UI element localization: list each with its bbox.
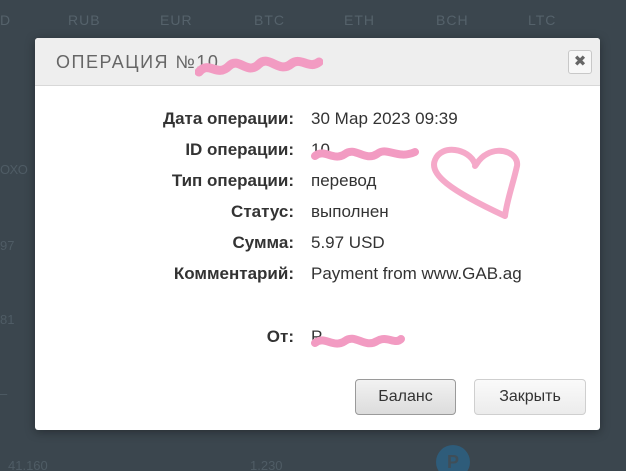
currency-tab[interactable]: LTC bbox=[528, 12, 556, 28]
currency-tab[interactable]: BCH bbox=[436, 12, 469, 28]
detail-row-amount: Сумма: 5.97 USD bbox=[35, 233, 600, 259]
currency-tab[interactable]: RUB bbox=[68, 12, 101, 28]
redaction-scribble bbox=[311, 147, 419, 161]
background-value: 1.230 bbox=[250, 458, 283, 471]
balance-button[interactable]: Баланс bbox=[355, 379, 456, 415]
coin-badge-icon[interactable]: P bbox=[436, 445, 470, 471]
heart-doodle-icon bbox=[431, 147, 521, 219]
currency-tab[interactable]: BTC bbox=[254, 12, 285, 28]
from-label: От: bbox=[266, 327, 294, 346]
close-button[interactable]: Закрыть bbox=[474, 379, 586, 415]
status-label: Статус: bbox=[231, 202, 294, 221]
currency-tab[interactable]: EUR bbox=[160, 12, 193, 28]
background-value: 81 bbox=[0, 312, 15, 327]
modal-header: ОПЕРАЦИЯ №10 ✖ bbox=[35, 38, 600, 86]
background-label: ОХО bbox=[0, 162, 28, 177]
detail-row-comment: Комментарий: Payment from www.GAB.ag bbox=[35, 264, 600, 290]
redaction-scribble bbox=[195, 56, 323, 77]
background-value: 97 bbox=[0, 238, 15, 253]
modal-title-prefix: ОПЕРАЦИЯ № bbox=[56, 52, 197, 72]
operation-details-modal: ОПЕРАЦИЯ №10 ✖ Дата операции: 30 Мар 202… bbox=[35, 38, 600, 430]
background-value: 41.160 bbox=[8, 458, 48, 471]
status-value: выполнен bbox=[311, 202, 389, 221]
comment-label: Комментарий: bbox=[173, 264, 294, 283]
amount-value: 5.97 USD bbox=[311, 233, 385, 252]
currency-tab[interactable]: ETH bbox=[344, 12, 375, 28]
close-icon[interactable]: ✖ bbox=[568, 50, 592, 74]
type-value: перевод bbox=[311, 171, 377, 190]
date-value: 30 Мар 2023 09:39 bbox=[311, 109, 458, 128]
date-label: Дата операции: bbox=[162, 109, 294, 128]
comment-value: Payment from www.GAB.ag bbox=[311, 264, 522, 283]
currency-tab[interactable]: D bbox=[0, 12, 11, 28]
background-divider: – bbox=[0, 386, 8, 401]
detail-row-date: Дата операции: 30 Мар 2023 09:39 bbox=[35, 109, 600, 135]
type-label: Тип операции: bbox=[171, 171, 294, 190]
id-label: ID операции: bbox=[185, 140, 294, 159]
amount-label: Сумма: bbox=[232, 233, 294, 252]
currency-tabs: D RUB EUR BTC ETH BCH LTC bbox=[0, 12, 626, 36]
redaction-scribble bbox=[311, 334, 405, 348]
